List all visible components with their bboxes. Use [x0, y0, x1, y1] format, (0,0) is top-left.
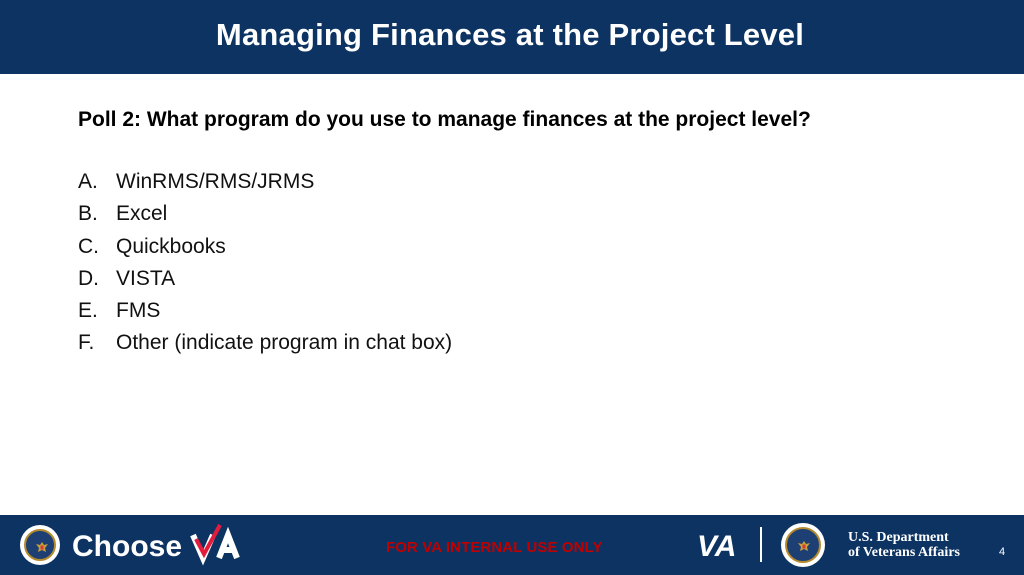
- classification-label: FOR VA INTERNAL USE ONLY: [386, 539, 603, 556]
- svg-text:VA: VA: [697, 531, 736, 559]
- option-letter: C.: [78, 234, 99, 258]
- option-text: VISTA: [116, 266, 176, 290]
- department-seal-icon: [781, 523, 825, 567]
- slide-title: Managing Finances at the Project Level: [215, 17, 805, 52]
- va-logo: VA: [697, 531, 736, 559]
- option-letter: B.: [78, 202, 98, 226]
- option-letter: A.: [78, 170, 98, 193]
- option-letter: D.: [78, 266, 99, 290]
- option-letter: E.: [78, 299, 98, 323]
- option-text: WinRMS/RMS/JRMS: [116, 170, 315, 193]
- poll-option: C. Quickbooks: [78, 231, 978, 263]
- poll-option: B. Excel: [78, 198, 978, 230]
- poll-option: D. VISTA: [78, 263, 978, 295]
- option-text: Other (indicate program in chat box): [116, 331, 453, 355]
- choose-va-logo: Choose: [72, 524, 240, 566]
- poll-option: F. Other (indicate program in chat box): [78, 327, 978, 359]
- department-name: U.S. Department of Veterans Affairs: [848, 530, 960, 560]
- option-text: Quickbooks: [116, 234, 226, 258]
- svg-text:Choose: Choose: [72, 530, 182, 563]
- footer-divider: [760, 527, 762, 562]
- option-letter: F.: [78, 331, 95, 355]
- va-seal-icon: [20, 525, 60, 565]
- slide-body: Poll 2: What program do you use to manag…: [78, 104, 978, 360]
- page-number: 4: [999, 546, 1006, 558]
- slide-header: Managing Finances at the Project Level: [0, 0, 1024, 74]
- department-line-2: of Veterans Affairs: [848, 545, 960, 560]
- option-text: FMS: [116, 299, 161, 323]
- poll-options: A. WinRMS/RMS/JRMS B. Excel C. Quickbooks D…: [78, 166, 978, 360]
- poll-question: Poll 2: What program do you use to manag…: [78, 108, 811, 131]
- department-line-1: U.S. Department: [848, 530, 949, 545]
- option-text: Excel: [116, 202, 168, 226]
- poll-option: E. FMS: [78, 295, 978, 327]
- poll-option: A. WinRMS/RMS/JRMS: [78, 166, 978, 198]
